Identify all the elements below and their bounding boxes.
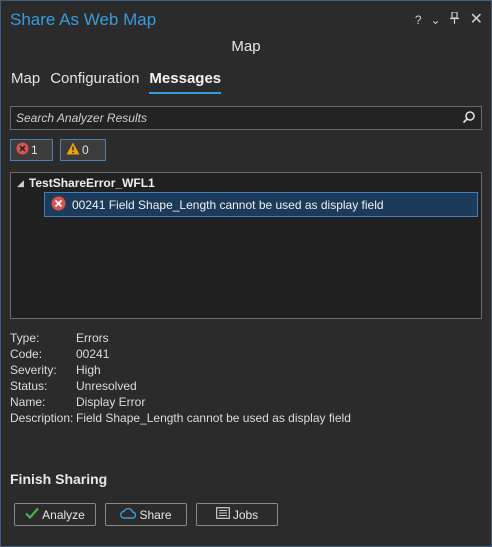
analyze-label: Analyze: [42, 507, 85, 522]
detail-value: High: [76, 363, 101, 377]
share-label: Share: [139, 507, 172, 522]
errors-count: 1: [31, 143, 38, 157]
detail-row-status: Status: Unresolved: [10, 378, 351, 394]
title-bar: Share As Web Map ? ⌄ ✕: [1, 1, 491, 37]
pane-title: Share As Web Map: [10, 10, 157, 29]
help-icon[interactable]: ?: [415, 13, 422, 27]
pin-icon[interactable]: [449, 11, 459, 27]
search-icon[interactable]: [462, 110, 476, 124]
error-icon: [16, 142, 29, 158]
analyzer-results-tree: ◢ TestShareError_WFL1 00241 Field Shape_…: [10, 172, 482, 319]
layer-name: TestShareError_WFL1: [28, 176, 155, 190]
detail-label: Status:: [10, 379, 48, 393]
jobs-button[interactable]: Jobs: [196, 503, 278, 526]
detail-label: Name:: [10, 395, 46, 409]
detail-value: Field Shape_Length cannot be used as dis…: [76, 411, 351, 425]
detail-value: Display Error: [76, 395, 146, 409]
finish-actions: Analyze Share Jobs: [14, 503, 278, 526]
detail-row-severity: Severity: High: [10, 362, 351, 378]
detail-label: Description:: [10, 411, 74, 425]
tree-message-item[interactable]: 00241 Field Shape_Length cannot be used …: [44, 192, 478, 217]
map-name-subtitle: Map: [231, 38, 261, 55]
tab-map[interactable]: Map: [11, 70, 40, 94]
checkmark-icon: [25, 507, 39, 522]
tree-layer-node[interactable]: ◢ TestShareError_WFL1: [17, 176, 155, 190]
detail-row-name: Name: Display Error: [10, 394, 351, 410]
detail-value: 00241: [76, 347, 110, 361]
errors-filter-button[interactable]: 1: [10, 139, 53, 161]
collapse-caret-icon[interactable]: ◢: [17, 178, 24, 189]
detail-row-description: Description: Field Shape_Length cannot b…: [10, 410, 351, 426]
detail-value: Unresolved: [76, 379, 137, 393]
message-text: 00241 Field Shape_Length cannot be used …: [72, 197, 384, 212]
warning-icon: [66, 142, 80, 158]
finish-sharing-heading: Finish Sharing: [10, 471, 108, 487]
detail-row-code: Code: 00241: [10, 346, 351, 362]
detail-label: Code:: [10, 347, 43, 361]
tab-messages[interactable]: Messages: [149, 70, 222, 94]
error-icon: [51, 196, 66, 214]
jobs-label: Jobs: [232, 507, 259, 522]
share-button[interactable]: Share: [105, 503, 187, 526]
detail-value: Errors: [76, 331, 109, 345]
analyze-button[interactable]: Analyze: [14, 503, 96, 526]
options-chevron-icon[interactable]: ⌄: [431, 13, 441, 27]
jobs-list-icon: [215, 507, 230, 522]
message-filters: 1 0: [10, 139, 106, 161]
close-icon[interactable]: ✕: [470, 11, 483, 27]
tab-configuration[interactable]: Configuration: [50, 70, 139, 94]
detail-row-type: Type: Errors: [10, 330, 351, 346]
tab-strip: Map Configuration Messages: [11, 70, 222, 94]
share-web-map-pane: Share As Web Map ? ⌄ ✕ Map Map Configura…: [0, 0, 492, 547]
cloud-icon: [120, 507, 137, 522]
warnings-filter-button[interactable]: 0: [60, 139, 106, 161]
title-bar-controls: ? ⌄ ✕: [415, 11, 483, 27]
detail-label: Severity:: [10, 363, 57, 377]
search-box: [10, 106, 482, 130]
warnings-count: 0: [82, 143, 89, 157]
message-details: Type: Errors Code: 00241 Severity: High …: [10, 330, 351, 426]
detail-label: Type:: [10, 331, 40, 345]
search-input[interactable]: [16, 109, 446, 127]
